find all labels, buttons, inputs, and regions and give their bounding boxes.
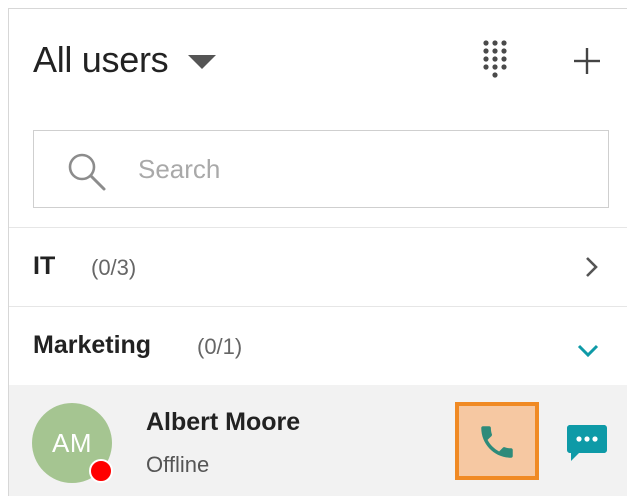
group-count: (0/1) bbox=[197, 334, 243, 359]
search-input[interactable] bbox=[138, 149, 578, 189]
call-button[interactable] bbox=[455, 402, 539, 480]
phone-icon bbox=[481, 426, 513, 458]
chat-icon bbox=[567, 425, 607, 461]
search-box bbox=[33, 130, 609, 208]
user-name: Albert Moore bbox=[146, 408, 301, 436]
group-row-marketing[interactable]: Marketing (0/1) bbox=[9, 307, 627, 385]
dialpad-button[interactable] bbox=[477, 39, 513, 81]
panel-header: All users bbox=[9, 9, 627, 113]
chevron-right-icon[interactable] bbox=[578, 254, 604, 280]
avatar-initials: AM bbox=[52, 427, 92, 458]
group-name: IT bbox=[33, 252, 56, 280]
group-row-it[interactable]: IT (0/3) bbox=[9, 228, 627, 306]
offline-status-dot bbox=[89, 459, 113, 483]
page-title: All users bbox=[33, 39, 169, 80]
user-row-albert-moore[interactable]: AM Albert Moore Offline bbox=[9, 385, 627, 496]
add-user-button[interactable] bbox=[571, 45, 603, 77]
user-filter-dropdown[interactable]: All users bbox=[33, 39, 217, 81]
search-icon bbox=[68, 153, 106, 191]
caret-down-icon bbox=[188, 55, 217, 69]
user-status: Offline bbox=[146, 452, 210, 477]
dialpad-icon bbox=[483, 40, 507, 78]
users-panel: All users Search IT (0/3) Marketing (0/1… bbox=[8, 8, 627, 496]
chat-button[interactable] bbox=[565, 421, 609, 465]
group-count: (0/3) bbox=[91, 255, 137, 280]
group-name: Marketing bbox=[33, 331, 152, 359]
chevron-down-icon[interactable] bbox=[575, 337, 601, 363]
plus-icon bbox=[574, 48, 600, 74]
